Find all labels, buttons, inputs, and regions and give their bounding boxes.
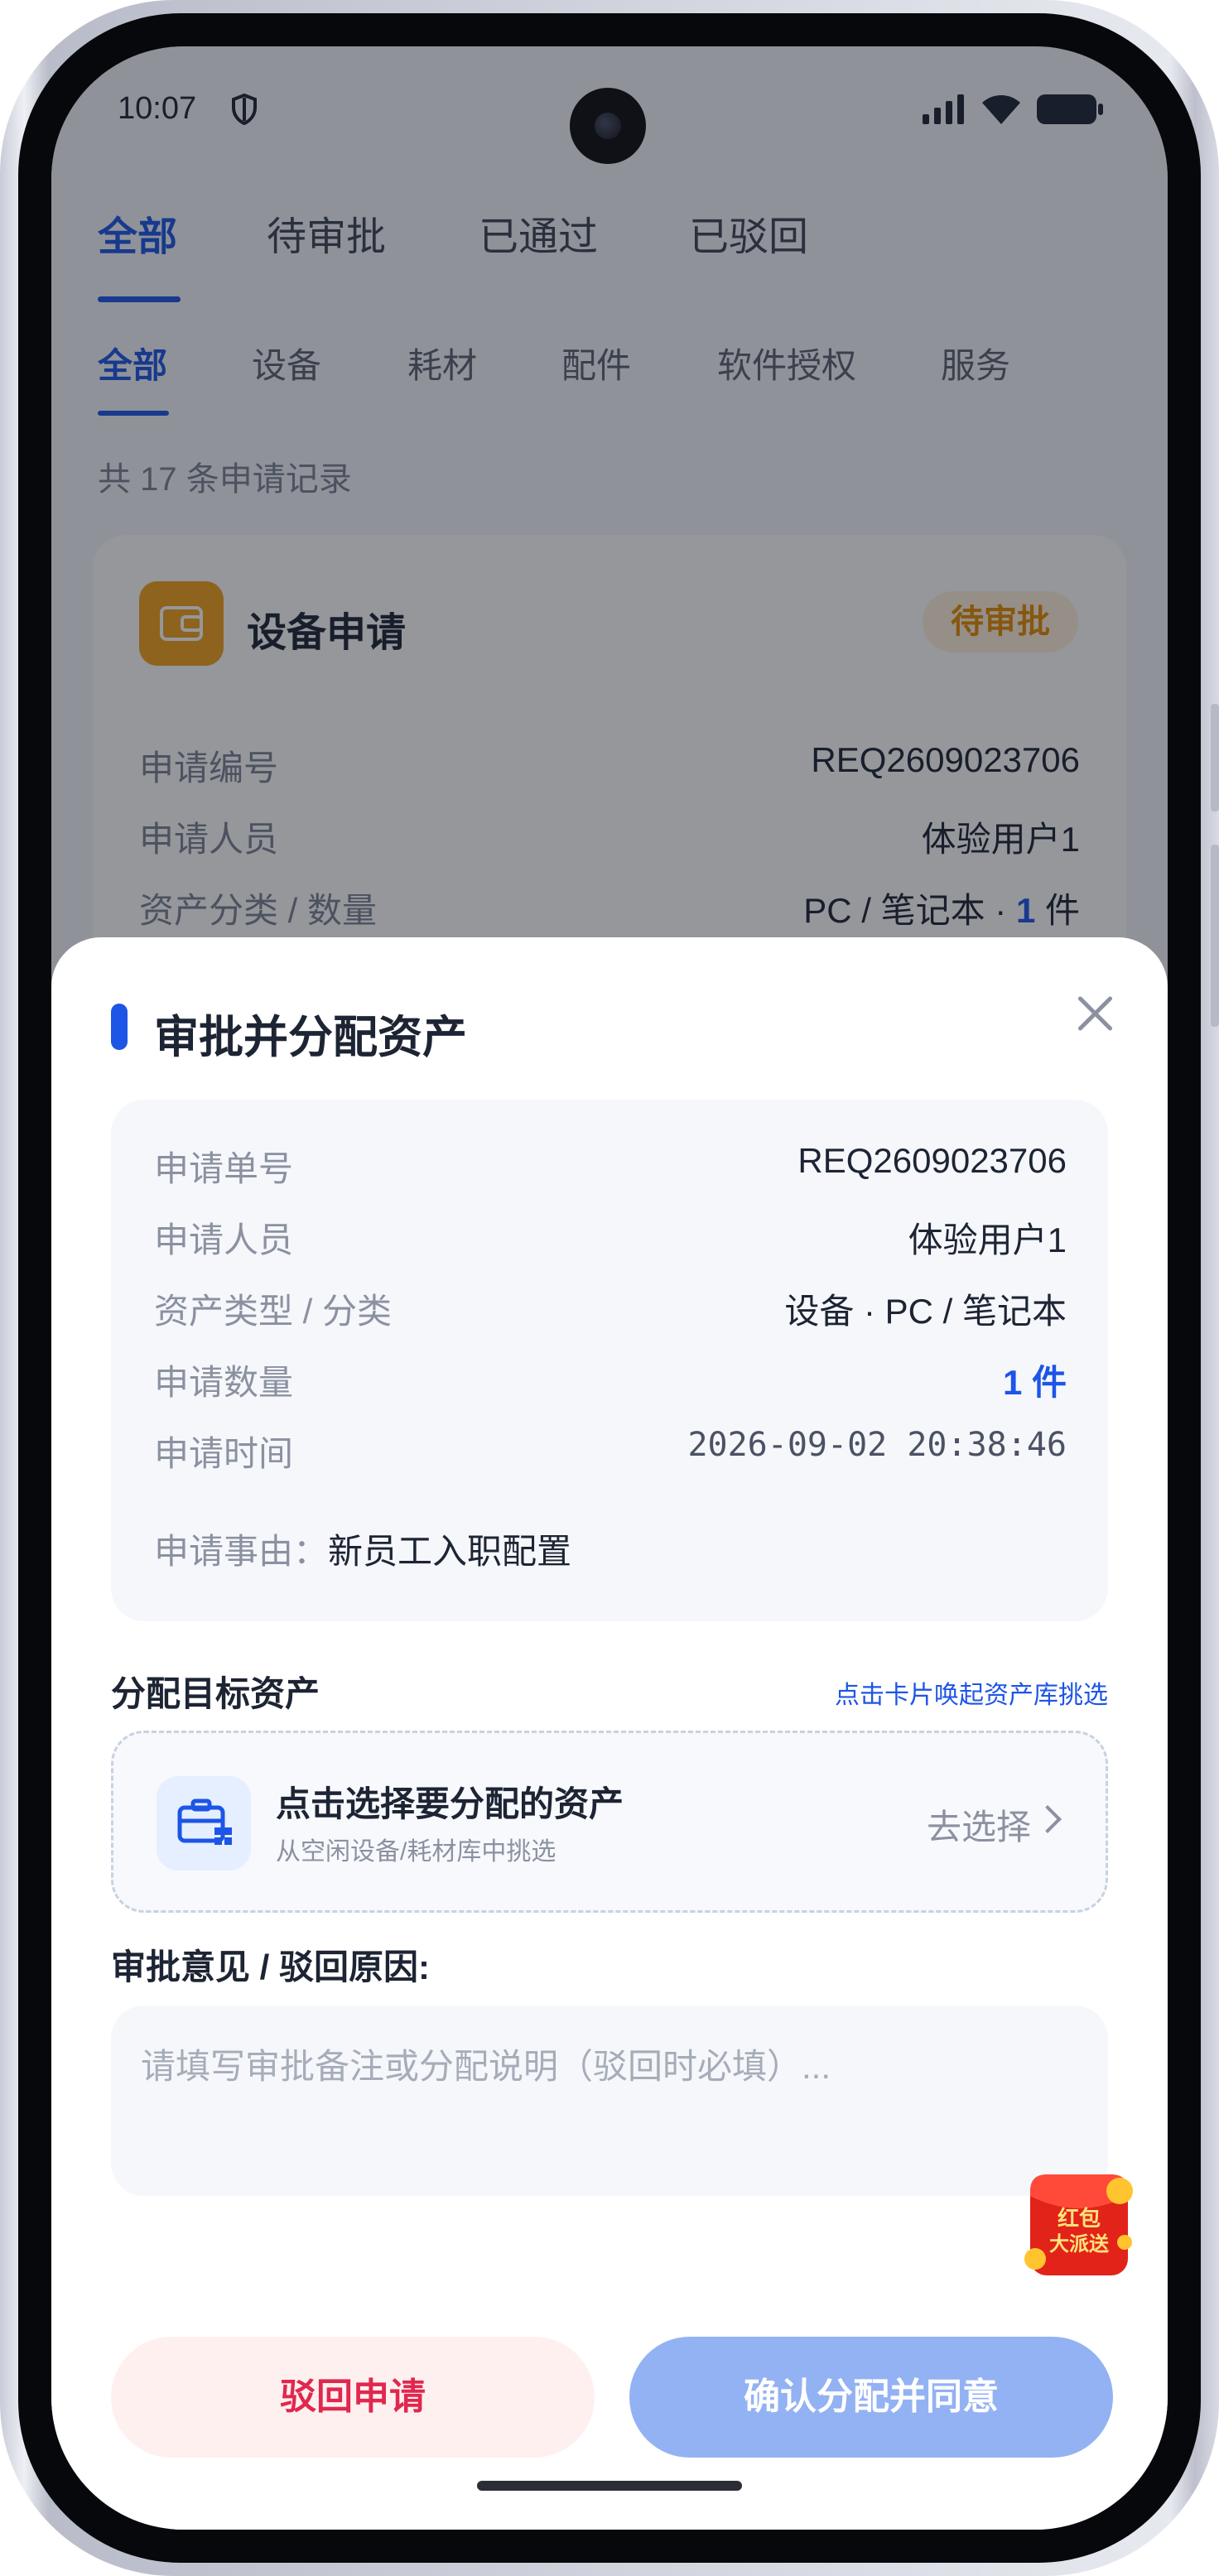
select-asset-card[interactable]: 点击选择要分配的资产 从空闲设备/耗材库中挑选 去选择 bbox=[111, 1731, 1108, 1913]
info-value: REQ2609023706 bbox=[797, 1141, 1067, 1180]
screen: 10:07 全部 待审批 已通过 已驳回 全部 设备 耗材 配件 软件授权 服务… bbox=[51, 46, 1168, 2530]
approval-comment-input[interactable]: 请填写审批备注或分配说明（驳回时必填）... bbox=[111, 2005, 1108, 2196]
info-label: 申请数量 bbox=[154, 1363, 294, 1402]
info-row-quantity: 申请数量 1 件 bbox=[154, 1355, 1067, 1402]
info-value: 1 件 bbox=[1002, 1363, 1067, 1402]
info-row-time: 申请时间 2026-09-02 20:38:46 bbox=[154, 1426, 1067, 1473]
info-row-asset-type: 资产类型 / 分类 设备 · PC / 笔记本 bbox=[154, 1283, 1067, 1331]
select-asset-title: 点击选择要分配的资产 bbox=[276, 1784, 624, 1823]
reason-label: 申请事由： bbox=[154, 1532, 329, 1571]
comment-section-title: 审批意见 / 驳回原因: bbox=[111, 1948, 430, 1986]
info-label: 申请人员 bbox=[154, 1221, 294, 1259]
sheet-title: 审批并分配资产 bbox=[154, 1013, 467, 1062]
go-select-link[interactable]: 去选择 bbox=[927, 1799, 1031, 1850]
request-reason: 申请事由：新员工入职配置 bbox=[154, 1524, 571, 1574]
info-row-request-id: 申请单号 REQ2609023706 bbox=[154, 1141, 1067, 1188]
phone-side-button bbox=[1211, 845, 1219, 1027]
chevron-right-icon bbox=[1034, 1805, 1062, 1833]
assign-section-title: 分配目标资产 bbox=[111, 1674, 320, 1713]
svg-text:大派送: 大派送 bbox=[1049, 2232, 1110, 2256]
info-label: 申请时间 bbox=[154, 1434, 294, 1473]
reason-value: 新员工入职配置 bbox=[328, 1532, 572, 1571]
reject-button[interactable]: 驳回申请 bbox=[111, 2337, 595, 2458]
assign-section-hint: 点击卡片唤起资产库挑选 bbox=[835, 1682, 1108, 1709]
info-row-applicant: 申请人员 体验用户1 bbox=[154, 1212, 1067, 1259]
close-icon[interactable] bbox=[1063, 982, 1126, 1045]
red-envelope-promo-icon[interactable]: 红包 大派送 bbox=[1019, 2163, 1143, 2287]
info-value: 体验用户1 bbox=[908, 1221, 1067, 1259]
info-label: 资产类型 / 分类 bbox=[154, 1292, 393, 1331]
request-info-box: 申请单号 REQ2609023706 申请人员 体验用户1 资产类型 / 分类 … bbox=[111, 1100, 1108, 1621]
home-indicator[interactable] bbox=[477, 2481, 742, 2491]
info-label: 申请单号 bbox=[154, 1149, 294, 1188]
info-value: 2026-09-02 20:38:46 bbox=[687, 1426, 1067, 1464]
phone-side-button bbox=[1211, 704, 1219, 811]
approval-sheet: 审批并分配资产 申请单号 REQ2609023706 申请人员 体验用户1 资产… bbox=[51, 937, 1168, 2530]
info-value: 设备 · PC / 笔记本 bbox=[784, 1292, 1067, 1331]
confirm-assign-button[interactable]: 确认分配并同意 bbox=[629, 2337, 1113, 2458]
title-accent-bar bbox=[111, 1004, 128, 1050]
select-asset-subtitle: 从空闲设备/耗材库中挑选 bbox=[276, 1838, 556, 1866]
svg-text:红包: 红包 bbox=[1058, 2206, 1101, 2231]
asset-library-icon bbox=[157, 1776, 251, 1871]
